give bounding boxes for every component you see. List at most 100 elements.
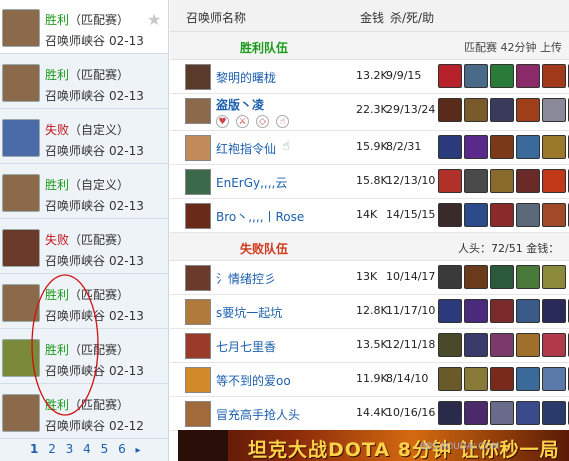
match-item[interactable]: 胜利（匹配赛） 召唤师峡谷 02-13 (0, 55, 168, 109)
player-row[interactable]: EnErGy,,,,云 15.8K 12/13/10 (170, 165, 569, 199)
item-slots (438, 135, 569, 161)
next-page-icon[interactable]: ▸ (136, 440, 141, 461)
champion-avatar (2, 9, 40, 47)
player-row[interactable]: 黎明的曙栊 13.2K 9/9/15 (170, 60, 569, 94)
champion-avatar (185, 333, 211, 359)
item-slots (438, 299, 569, 325)
item-icon (490, 401, 514, 425)
summoner-name[interactable]: s要坑一起坑 (216, 304, 282, 321)
item-icon (438, 299, 462, 323)
summoner-name[interactable]: 红袍指令仙 (216, 140, 276, 157)
page-3-link[interactable]: 3 (66, 438, 74, 460)
match-item[interactable]: 失败（自定义） 召唤师峡谷 02-13 (0, 110, 168, 164)
item-icon (464, 135, 488, 159)
heart-icon: ♥ (216, 115, 229, 128)
summoner-name[interactable]: 等不到的爱oo (216, 372, 291, 389)
item-icon (438, 401, 462, 425)
item-icon (490, 169, 514, 193)
match-map: 召唤师峡谷 02-13 (45, 199, 144, 213)
match-detail-panel: 召唤师名称 金钱 杀/死/助 胜利队伍 匹配赛 42分钟 上传 黎明的曙栊 13… (170, 0, 569, 461)
item-icon (490, 367, 514, 391)
star-icon[interactable]: ★ (147, 12, 163, 28)
banner-text: 坦克大战DOTA 8分钟 让你秒一局 (248, 439, 560, 461)
page-2-link[interactable]: 2 (48, 438, 56, 460)
player-row[interactable]: Bro丶,,,,丨Rose 14K 14/15/15 (170, 199, 569, 233)
player-row[interactable]: 七月七里香 13.5K 12/11/18 (170, 329, 569, 363)
col-kda: 杀/死/助 (390, 11, 435, 25)
gold: 11.9K (356, 372, 388, 385)
summoner-name[interactable]: 七月七里香 (216, 338, 276, 355)
item-icon (464, 203, 488, 227)
gold: 13.5K (356, 338, 388, 351)
summoner-name[interactable]: EnErGy,,,,云 (216, 174, 287, 191)
summoner-name[interactable]: 氵情绪控彡 (216, 270, 276, 287)
hand-icon: ☝ (282, 139, 290, 154)
item-icon (490, 333, 514, 357)
gold: 15.8K (356, 174, 388, 187)
item-slots (438, 333, 569, 359)
item-icon (542, 64, 566, 88)
win-team-label: 胜利队伍 (240, 41, 289, 55)
item-icon (516, 333, 540, 357)
item-icon (490, 64, 514, 88)
item-icon (438, 135, 462, 159)
item-icon (438, 367, 462, 391)
item-icon (490, 98, 514, 122)
item-icon (464, 169, 488, 193)
match-result: 胜利（自定义） (45, 178, 130, 192)
player-row[interactable]: 红袍指令仙 ☝ 15.9K 8/2/31 (170, 131, 569, 165)
champion-avatar (2, 119, 40, 157)
ad-banner[interactable]: 坦克大战DOTA 8分钟 让你秒一局 (178, 430, 569, 461)
summoner-name[interactable]: 黎明的曙栊 (216, 69, 276, 86)
champion-avatar (2, 64, 40, 102)
item-icon (516, 367, 540, 391)
item-icon (490, 265, 514, 289)
item-slots (438, 64, 569, 90)
item-slots (438, 265, 568, 291)
item-icon (516, 98, 540, 122)
item-slots (438, 367, 569, 393)
gold: 22.3K (356, 103, 388, 116)
item-icon (438, 169, 462, 193)
player-row[interactable]: 冒充高手抢人头 14.4K 10/16/16 (170, 397, 569, 431)
match-map: 召唤师峡谷 02-13 (45, 89, 144, 103)
gold: 15.9K (356, 140, 388, 153)
win-team-header: 胜利队伍 匹配赛 42分钟 上传 (170, 32, 569, 60)
match-result: 失败（匹配赛） (45, 233, 130, 247)
item-icon (438, 203, 462, 227)
summoner-name[interactable]: Bro丶,,,,丨Rose (216, 208, 304, 225)
champion-avatar (2, 229, 40, 267)
kda: 11/17/10 (386, 304, 436, 317)
banner-character-image (178, 430, 228, 461)
item-icon (542, 367, 566, 391)
kda: 8/2/31 (386, 140, 422, 153)
page-6-link[interactable]: 6 (118, 438, 126, 460)
item-slots (438, 169, 569, 195)
player-row[interactable]: s要坑一起坑 12.8K 11/17/10 (170, 295, 569, 329)
loss-team-header: 失败队伍 人头：72/51 金钱： (170, 233, 569, 261)
match-item[interactable]: 胜利（匹配赛） 召唤师峡谷 02-13 ★ (0, 0, 168, 54)
page-4-link[interactable]: 4 (83, 438, 91, 460)
champion-avatar (185, 299, 211, 325)
match-item[interactable]: 胜利（自定义） 召唤师峡谷 02-13 (0, 165, 168, 219)
item-icon (516, 299, 540, 323)
gold: 13.2K (356, 69, 388, 82)
summoner-name[interactable]: 盗版丶凌 (216, 96, 264, 113)
page-5-link[interactable]: 5 (101, 438, 109, 460)
summoner-name[interactable]: 冒充高手抢人头 (216, 406, 300, 423)
kda: 29/13/24 (386, 103, 436, 116)
gold: 13K (356, 270, 378, 283)
player-row[interactable]: 等不到的爱oo 11.9K 8/14/10 (170, 363, 569, 397)
item-icon (464, 265, 488, 289)
item-icon (464, 401, 488, 425)
player-row[interactable]: 盗版丶凌 ♥ ⚔ ◇ ☝ 22.3K 29/13/24 (170, 94, 569, 131)
pagination: 1 2 3 4 5 6 ▸ (0, 438, 168, 460)
item-slots (438, 203, 569, 229)
item-icon (438, 333, 462, 357)
col-summoner-name: 召唤师名称 (186, 11, 247, 25)
item-icon (542, 98, 566, 122)
match-item[interactable]: 失败（匹配赛） 召唤师峡谷 02-13 (0, 220, 168, 274)
page-1-link[interactable]: 1 (30, 438, 38, 460)
player-row[interactable]: 氵情绪控彡 13K 10/14/17 (170, 261, 569, 295)
champion-avatar (2, 174, 40, 212)
